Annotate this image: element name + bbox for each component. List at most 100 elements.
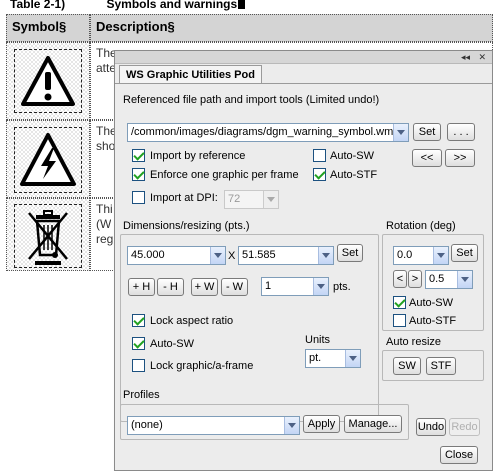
previous-button[interactable]: << bbox=[412, 149, 442, 167]
auto-resize-stf-button[interactable]: STF bbox=[426, 357, 456, 375]
pod-body: Referenced file path and import tools (L… bbox=[115, 83, 492, 470]
enforce-one-graphic-checkbox[interactable] bbox=[132, 168, 145, 181]
import-at-dpi-checkbox[interactable] bbox=[132, 191, 145, 204]
chevron-down-icon[interactable] bbox=[318, 247, 333, 264]
table-caption: Table 2-1) bbox=[10, 0, 66, 11]
rotate-left-button[interactable]: < bbox=[393, 270, 407, 288]
chevron-down-icon[interactable] bbox=[433, 247, 448, 264]
lock-graphic-label: Lock graphic/a-frame bbox=[150, 360, 254, 372]
weee-bin-icon bbox=[28, 210, 68, 265]
profile-value: (none) bbox=[131, 419, 163, 431]
units-label: Units bbox=[305, 334, 331, 346]
chevron-down-icon[interactable] bbox=[345, 350, 360, 367]
height-value: 51.585 bbox=[242, 249, 276, 261]
manage-profiles-button[interactable]: Manage... bbox=[344, 415, 402, 433]
dims-set-button[interactable]: Set bbox=[337, 244, 363, 262]
profiles-heading: Profiles bbox=[123, 389, 160, 401]
auto-resize-sw-button[interactable]: SW bbox=[393, 357, 421, 375]
row3-line3: reg bbox=[96, 232, 114, 246]
chevron-down-icon[interactable] bbox=[393, 124, 408, 141]
rotation-step-value: 0.5 bbox=[429, 273, 445, 285]
rotation-auto-stf-checkbox[interactable] bbox=[393, 314, 406, 327]
symbol-cell-weee bbox=[6, 198, 90, 271]
import-at-dpi-label: Import at DPI: bbox=[150, 192, 218, 204]
redo-button[interactable]: Redo bbox=[449, 418, 480, 436]
rotation-step-select[interactable]: 0.5 bbox=[425, 270, 473, 289]
text-cursor bbox=[238, 0, 246, 9]
path-set-button[interactable]: Set bbox=[413, 123, 441, 141]
ref-auto-sw-label: Auto-SW bbox=[330, 150, 375, 162]
symbol-cell-electrical-hazard bbox=[6, 120, 90, 198]
ref-auto-sw-checkbox[interactable] bbox=[313, 149, 326, 162]
chevron-down-icon[interactable] bbox=[210, 247, 225, 264]
chevron-down-icon[interactable] bbox=[284, 417, 299, 434]
units-select[interactable]: pt. bbox=[305, 349, 361, 368]
row3-line1: Thi bbox=[96, 202, 113, 216]
symbol-cell-general-warning bbox=[6, 42, 90, 120]
dims-auto-sw-label: Auto-SW bbox=[150, 338, 195, 350]
rotation-auto-stf-label: Auto-STF bbox=[409, 315, 457, 327]
header-description: Description§ bbox=[90, 14, 493, 42]
ref-auto-stf-checkbox[interactable] bbox=[313, 168, 326, 181]
row3-line2: (W bbox=[96, 217, 112, 231]
plus-height-button[interactable]: + H bbox=[128, 278, 155, 296]
browse-button[interactable]: . . . bbox=[447, 123, 475, 141]
import-by-reference-label: Import by reference bbox=[150, 150, 246, 162]
rotation-angle-select[interactable]: 0.0 bbox=[393, 246, 449, 265]
units-value: pt. bbox=[309, 352, 322, 364]
lock-aspect-label: Lock aspect ratio bbox=[150, 315, 234, 327]
collapse-icon[interactable]: ◂◂ bbox=[461, 51, 470, 63]
resize-step-value: 1 bbox=[265, 280, 272, 292]
lock-graphic-checkbox[interactable] bbox=[132, 359, 145, 372]
general-warning-icon bbox=[21, 56, 75, 106]
header-symbol: Symbol§ bbox=[6, 14, 90, 42]
symbol-frame bbox=[14, 127, 82, 193]
lock-aspect-checkbox[interactable] bbox=[132, 314, 145, 327]
table-title: Table 2-1) Symbols and warnings bbox=[10, 0, 246, 11]
apply-profile-button[interactable]: Apply bbox=[303, 415, 340, 433]
rotation-auto-sw-label: Auto-SW bbox=[409, 297, 454, 309]
width-select[interactable]: 45.000 bbox=[127, 246, 226, 265]
auto-resize-heading: Auto resize bbox=[386, 336, 442, 348]
rotation-heading: Rotation (deg) bbox=[386, 220, 456, 232]
graphic-utilities-pod: ◂◂ ✕ WS Graphic Utilities Pod Referenced… bbox=[114, 50, 493, 471]
rotation-set-button[interactable]: Set bbox=[451, 244, 478, 262]
dimension-x-label: X bbox=[228, 250, 236, 262]
width-value: 45.000 bbox=[131, 249, 165, 261]
dimensions-heading: Dimensions/resizing (pts.) bbox=[123, 220, 250, 232]
row1-line2: atte bbox=[96, 61, 117, 75]
file-path-select[interactable]: /common/images/diagrams/dgm_warning_symb… bbox=[127, 123, 409, 142]
ref-heading: Referenced file path and import tools (L… bbox=[123, 94, 380, 106]
pod-tab[interactable]: WS Graphic Utilities Pod bbox=[119, 65, 262, 84]
next-button[interactable]: >> bbox=[445, 149, 475, 167]
plus-width-button[interactable]: + W bbox=[191, 278, 218, 296]
file-path-value: /common/images/diagrams/dgm_warning_symb… bbox=[131, 126, 397, 138]
chevron-down-icon[interactable] bbox=[457, 271, 472, 288]
dpi-select[interactable]: 72 bbox=[224, 190, 279, 209]
electrical-hazard-icon bbox=[20, 133, 76, 186]
symbol-frame bbox=[14, 49, 82, 113]
rotate-right-button[interactable]: > bbox=[408, 270, 422, 288]
close-button[interactable]: Close bbox=[440, 446, 478, 464]
ref-auto-stf-label: Auto-STF bbox=[330, 169, 378, 181]
minus-height-button[interactable]: - H bbox=[157, 278, 184, 296]
table-heading: Symbols and warnings bbox=[106, 0, 238, 11]
pod-titlebar[interactable]: ◂◂ ✕ bbox=[115, 51, 492, 64]
rotation-auto-sw-checkbox[interactable] bbox=[393, 296, 406, 309]
undo-button[interactable]: Undo bbox=[416, 418, 446, 436]
pts-label: pts. bbox=[333, 281, 351, 293]
dpi-value: 72 bbox=[228, 193, 241, 205]
resize-step-select[interactable]: 1 bbox=[261, 277, 329, 296]
profile-select[interactable]: (none) bbox=[127, 416, 300, 435]
enforce-one-graphic-label: Enforce one graphic per frame bbox=[150, 169, 299, 181]
import-by-reference-checkbox[interactable] bbox=[132, 149, 145, 162]
height-select[interactable]: 51.585 bbox=[238, 246, 334, 265]
dims-auto-sw-checkbox[interactable] bbox=[132, 337, 145, 350]
minus-width-button[interactable]: - W bbox=[221, 278, 248, 296]
chevron-down-icon[interactable] bbox=[313, 278, 328, 295]
rotation-angle-value: 0.0 bbox=[397, 249, 413, 261]
close-icon[interactable]: ✕ bbox=[478, 51, 486, 63]
row2-line2: sho bbox=[96, 139, 116, 153]
chevron-down-icon[interactable] bbox=[263, 191, 278, 208]
symbol-frame bbox=[14, 204, 82, 268]
